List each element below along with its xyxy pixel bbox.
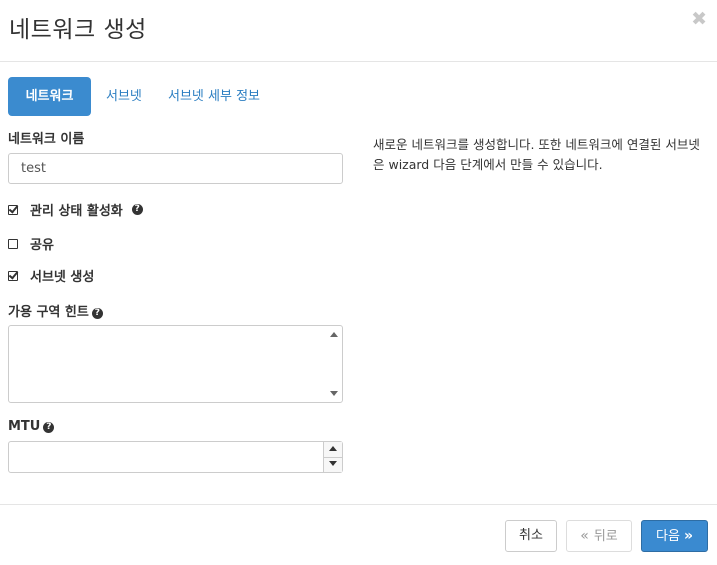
modal-title: 네트워크 생성 [9,17,147,43]
next-button[interactable]: 다음» [641,520,708,552]
az-hint-label-row: 가용 구역 힌트? [8,301,103,320]
cancel-button-label: 취소 [519,528,543,543]
scroll-down-arrow-icon[interactable] [330,391,338,396]
mtu-spinner [323,442,342,472]
scroll-up-arrow-icon[interactable] [330,332,338,337]
question-icon: ? [43,422,55,433]
admin-state-checkbox[interactable] [8,204,18,215]
create-subnet-row: 서브넷 생성 [8,266,94,285]
network-name-input[interactable] [8,153,343,184]
modal-header: 네트워크 생성 ✖ [0,0,717,62]
question-icon: ? [131,204,143,215]
wizard-tabs: 네트워크 서브넷 서브넷 세부 정보 [8,77,264,116]
mtu-label: MTU [8,419,41,434]
network-name-label: 네트워크 이름 [8,132,85,147]
back-button[interactable]: « 뒤로 [566,520,632,552]
create-subnet-checkbox[interactable] [8,270,18,281]
spin-down-arrow-icon[interactable] [324,457,342,472]
double-chevron-right-icon: » [683,528,693,544]
shared-checkbox[interactable] [8,238,18,249]
shared-label: 공유 [30,238,54,253]
cancel-button[interactable]: 취소 [505,520,557,552]
back-button-label: 뒤로 [593,529,618,544]
close-icon[interactable]: ✖ [691,10,707,29]
textarea-scrollbar[interactable] [326,326,342,402]
next-button-label: 다음 [656,529,680,544]
modal-footer: 취소 « 뒤로 다음» [0,504,717,565]
double-chevron-left-icon: « [580,528,589,544]
tab-subnet-details[interactable]: 서브넷 세부 정보 [155,77,260,116]
admin-state-row: 관리 상태 활성화 ? [8,200,143,219]
spin-up-arrow-icon[interactable] [324,442,342,458]
az-hint-label: 가용 구역 힌트 [8,305,89,320]
question-icon: ? [91,308,103,319]
admin-state-label: 관리 상태 활성화 [30,204,123,219]
create-subnet-label: 서브넷 생성 [30,270,95,285]
help-text: 새로운 네트워크를 생성합니다. 또한 네트워크에 연결된 서브넷은 wizar… [373,137,700,172]
mtu-input[interactable] [8,441,343,473]
mtu-label-row: MTU? [8,419,55,434]
shared-row: 공유 [8,234,54,253]
create-network-modal: 네트워크 생성 ✖ 네트워크 서브넷 서브넷 세부 정보 네트워크 이름 관리 … [0,0,717,565]
az-hint-textarea[interactable] [8,325,343,403]
tab-network[interactable]: 네트워크 [8,77,91,116]
tab-subnet[interactable]: 서브넷 [95,77,155,116]
